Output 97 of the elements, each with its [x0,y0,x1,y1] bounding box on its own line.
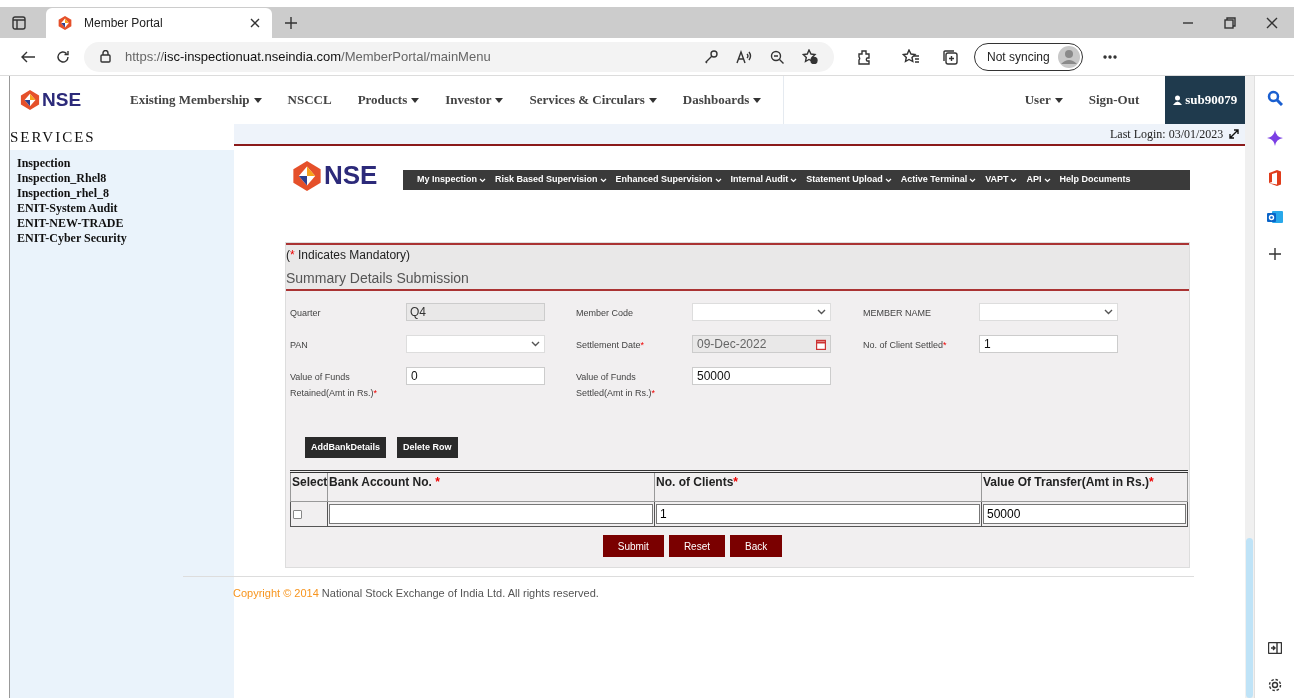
expand-icon[interactable] [1229,129,1240,139]
user-icon [1173,95,1183,105]
dropdown-field[interactable] [979,303,1118,321]
column-header: Value Of Transfer(Amt in Rs.)* [981,471,1188,502]
sidebar-item[interactable]: Inspection_rhel_8 [17,186,109,201]
url-text: https://isc-inspectionuat.nseindia.com/MemberPortal/mainMenu [125,47,491,66]
zoom-out-icon[interactable] [770,49,784,64]
favicon-icon [58,16,72,30]
nav-link[interactable]: User [1024,90,1063,110]
nav-link[interactable]: Services & Circulars [529,90,657,110]
dropdown-field[interactable] [406,335,545,353]
add-icon[interactable] [1268,248,1281,260]
tab-actions-icon[interactable] [12,16,26,30]
add-favorite-icon[interactable] [802,49,818,64]
mail-icon[interactable] [1266,210,1283,224]
sparkle-icon[interactable] [1266,130,1283,146]
sidebar-item[interactable]: Inspection [17,156,71,171]
menu-item[interactable]: Risk Based Supervision [495,173,607,187]
extensions-icon[interactable] [856,48,872,65]
column-header: Bank Account No. * [327,471,655,502]
last-login-text: Last Login: 03/01/2023 [1110,126,1224,143]
close-icon[interactable] [250,18,260,28]
field-label: Settlement Date* [576,339,646,352]
nse-logo-icon [292,160,322,191]
new-tab-icon[interactable] [284,16,298,30]
nav-link[interactable]: Products [357,90,420,110]
date-field[interactable]: 09-Dec-2022 [692,335,831,353]
logo-text: NSE [42,87,82,112]
collections-icon[interactable] [942,48,958,65]
avatar-icon [1057,45,1080,68]
readonly-field: Q4 [406,303,545,321]
user-button[interactable]: sub90079 [1165,76,1246,124]
field-label: MEMBER NAME [863,307,932,320]
field-label: Value of Funds Settled(Amt in Rs.)* [576,371,657,400]
more-icon[interactable] [1102,54,1117,59]
dropdown-field[interactable] [692,303,831,321]
menu-item[interactable]: Help Documents [1059,173,1131,187]
input-field[interactable]: 1 [656,504,980,524]
form-button[interactable]: Reset [668,535,725,557]
sidebar-toggle-icon[interactable] [1267,642,1282,654]
nav-link[interactable]: NSCCL [287,90,332,110]
chevron-icon [531,341,540,347]
menu-item[interactable]: Internal Audit [730,173,798,187]
form-button[interactable]: Submit [602,535,664,557]
column-header: No. of Clients* [654,471,982,502]
menu-item[interactable]: API [1026,173,1051,187]
close-window-icon[interactable] [1266,17,1278,29]
calendar-icon[interactable] [816,338,826,350]
search-icon[interactable] [1266,90,1283,106]
menu-item[interactable]: My Inspection [417,173,486,187]
menu-item[interactable]: VAPT [985,173,1018,187]
read-aloud-icon[interactable] [736,49,752,64]
sidebar-item[interactable]: ENIT-Cyber Security [17,231,127,246]
copyright-text: Copyright © 2014 National Stock Exchange of India Ltd. All rights reserved. [233,586,600,601]
nse-logo-icon [20,90,40,110]
sidebar-title: SERVICES [10,127,97,147]
nav-link[interactable]: Investor [445,90,504,110]
form-button[interactable]: Back [730,535,783,557]
refresh-icon[interactable] [56,49,70,64]
field-label: PAN [290,339,309,352]
column-header: Select [290,471,328,502]
menu-item[interactable]: Active Terminal [900,173,977,187]
form-title: Summary Details Submission [286,268,470,288]
nav-link[interactable]: Dashboards [682,90,762,110]
input-field[interactable]: 0 [406,367,545,385]
field-label: No. of Client Settled* [863,339,948,352]
favorites-icon[interactable] [902,48,920,65]
field-label: Member Code [576,307,635,320]
input-field[interactable] [329,504,653,524]
logo-text: NSE [324,159,378,192]
checkbox[interactable] [293,510,302,519]
mandatory-note: (* Indicates Mandatory) [286,246,412,264]
input-field[interactable]: 1 [979,335,1118,353]
menu-item[interactable]: Statement Upload [806,173,892,187]
nav-link[interactable]: Existing Membership [130,90,262,110]
nav-link[interactable]: Sign-Out [1088,90,1140,110]
field-label: Quarter [290,307,322,320]
input-field[interactable]: 50000 [692,367,831,385]
sidebar-item[interactable]: ENIT-NEW-TRADE [17,216,124,231]
office-icon[interactable] [1267,170,1282,186]
settings-icon[interactable] [1267,678,1282,692]
address-bar[interactable]: https://isc-inspectionuat.nseindia.com/MemberPortal/mainMenu [84,41,834,72]
back-icon[interactable] [20,49,36,64]
browser-tab[interactable]: Member Portal [46,8,272,38]
chevron-icon [1104,309,1113,315]
scrollbar-thumb[interactable] [1246,538,1254,698]
action-button[interactable]: AddBankDetails [305,437,387,458]
action-button[interactable]: Delete Row [397,437,458,458]
input-field[interactable]: 50000 [983,504,1186,524]
field-label: Value of Funds Retained(Amt in Rs.)* [290,371,379,400]
key-icon[interactable] [704,49,718,64]
menu-item[interactable]: Enhanced Supervision [615,173,722,187]
sidebar-item[interactable]: Inspection_Rhel8 [17,171,107,186]
chevron-icon [817,309,826,315]
restore-icon[interactable] [1224,17,1236,29]
sidebar-item[interactable]: ENIT-System Audit [17,201,118,216]
lock-icon [100,50,111,63]
